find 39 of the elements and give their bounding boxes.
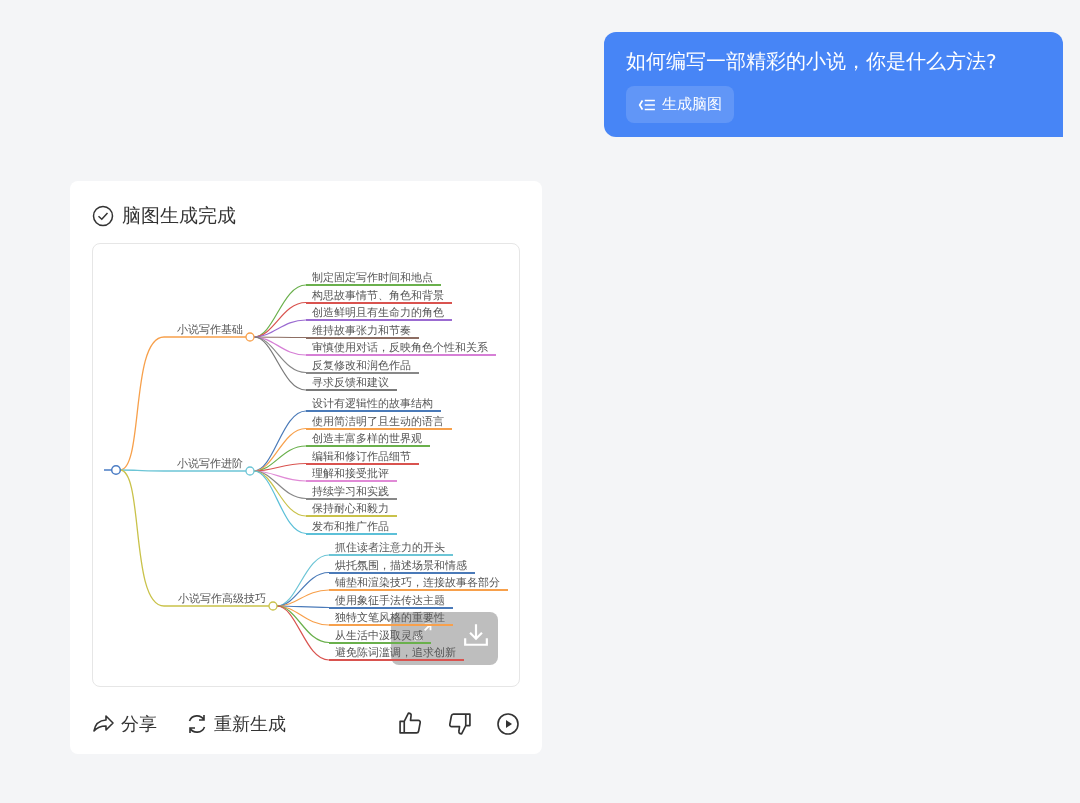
mind-map-node: 理解和接受批评 bbox=[305, 467, 398, 482]
download-icon bbox=[463, 622, 490, 648]
mind-map-node: 制定固定写作时间和地点 bbox=[305, 271, 442, 286]
share-button[interactable]: 分享 bbox=[92, 711, 157, 736]
play-icon bbox=[496, 711, 520, 736]
thumbs-down-icon bbox=[447, 711, 472, 736]
status-title: 脑图生成完成 bbox=[122, 203, 236, 228]
node-dot bbox=[245, 466, 255, 476]
mind-map-node: 持续学习和实践 bbox=[305, 484, 398, 500]
node-label: 小说写作高级技巧 bbox=[178, 592, 266, 605]
mind-map-node: 发布和推广作品 bbox=[305, 519, 398, 535]
regenerate-button[interactable]: 重新生成 bbox=[185, 711, 286, 736]
mind-map-node: 编辑和修订作品细节 bbox=[305, 449, 420, 465]
mind-map-node: 维持故事张力和节奏 bbox=[305, 323, 420, 339]
thumbs-down-button[interactable] bbox=[447, 711, 472, 736]
mind-map-node: 使用象征手法传达主题 bbox=[328, 593, 454, 609]
node-label: 小说写作进阶 bbox=[177, 457, 243, 470]
user-message: 如何编写一部精彩的小说，你是什么方法? bbox=[626, 48, 997, 75]
mind-map-node: 保持耐心和毅力 bbox=[305, 502, 398, 517]
mind-map-node: 设计有逻辑性的故事结构 bbox=[305, 397, 442, 412]
mind-map-node: 创造鲜明且有生命力的角色 bbox=[305, 306, 453, 321]
mind-map-node: 构思故事情节、角色和背景 bbox=[305, 288, 453, 304]
mind-map-node: 创造丰富多样的世界观 bbox=[305, 432, 431, 447]
mind-map-node: 反复修改和润色作品 bbox=[305, 358, 420, 374]
mind-map-node: 铺垫和渲染技巧，连接故事各部分 bbox=[328, 576, 509, 591]
thumbs-up-icon bbox=[398, 711, 423, 736]
mind-map-node: 使用简洁明了且生动的语言 bbox=[305, 414, 453, 430]
check-circle-icon bbox=[92, 205, 114, 227]
mind-map-node: 烘托氛围，描述场景和情感 bbox=[328, 558, 476, 574]
root-node-dot bbox=[110, 464, 122, 476]
connector-line bbox=[103, 469, 113, 471]
mind-map-node: 审慎使用对话，反映角色个性和关系 bbox=[305, 341, 497, 356]
play-button[interactable] bbox=[496, 711, 520, 736]
node-dot bbox=[245, 332, 255, 342]
mind-map-node: 抓住读者注意力的开头 bbox=[328, 541, 454, 556]
thumbs-up-button[interactable] bbox=[398, 711, 423, 736]
mind-map-node: 寻求反馈和建议 bbox=[305, 376, 398, 391]
node-label: 小说写作基础 bbox=[177, 323, 243, 336]
node-dot bbox=[268, 601, 278, 611]
